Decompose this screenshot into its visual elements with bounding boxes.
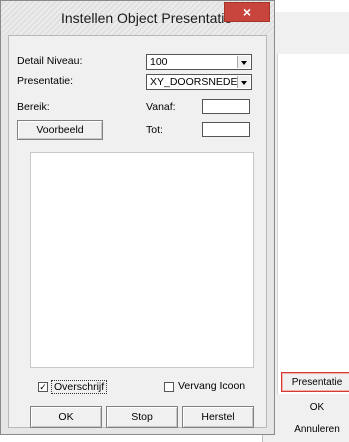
detail-niveau-combo[interactable]: 100 [146, 54, 252, 70]
ok-button[interactable]: OK [30, 406, 102, 428]
tot-input[interactable] [202, 122, 250, 137]
detail-niveau-label: Detail Niveau: [17, 55, 83, 67]
overschrijf-checkbox[interactable]: ✓ [38, 382, 48, 392]
close-button[interactable]: × [224, 2, 270, 22]
bereik-label: Bereik: [17, 101, 50, 113]
close-icon: × [242, 4, 252, 20]
vervang-icoon-label[interactable]: Vervang Icoon [178, 380, 245, 392]
check-icon: ✓ [39, 382, 47, 392]
detail-niveau-value: 100 [150, 56, 168, 68]
vanaf-label: Vanaf: [146, 101, 176, 113]
background-canvas [277, 54, 349, 394]
voorbeeld-button[interactable]: Voorbeeld [17, 120, 103, 140]
presentatie-label: Presentatie: [17, 75, 74, 87]
presentatie-combo[interactable]: XY_DOORSNEDE [146, 74, 252, 90]
tot-label: Tot: [146, 124, 163, 136]
presentatie-button[interactable]: Presentatie [281, 372, 349, 392]
dialog-title: Instellen Object Presentatie [61, 10, 233, 26]
vervang-icoon-checkbox[interactable] [164, 382, 174, 392]
object-presentation-dialog: Instellen Object Presentatie × Detail Ni… [0, 0, 275, 435]
vanaf-input[interactable] [202, 99, 250, 114]
chevron-down-icon[interactable] [237, 76, 250, 88]
overschrijf-label[interactable]: Overschrijf [51, 380, 108, 394]
annuleren-button[interactable]: Annuleren [281, 420, 349, 440]
preview-area[interactable] [30, 152, 254, 368]
background-ok-button[interactable]: OK [281, 398, 349, 418]
herstel-button[interactable]: Herstel [182, 406, 254, 428]
title-bar[interactable]: Instellen Object Presentatie × [1, 1, 274, 35]
presentatie-value: XY_DOORSNEDE [150, 76, 238, 88]
chevron-down-icon[interactable] [237, 56, 250, 68]
stop-button[interactable]: Stop [106, 406, 178, 428]
